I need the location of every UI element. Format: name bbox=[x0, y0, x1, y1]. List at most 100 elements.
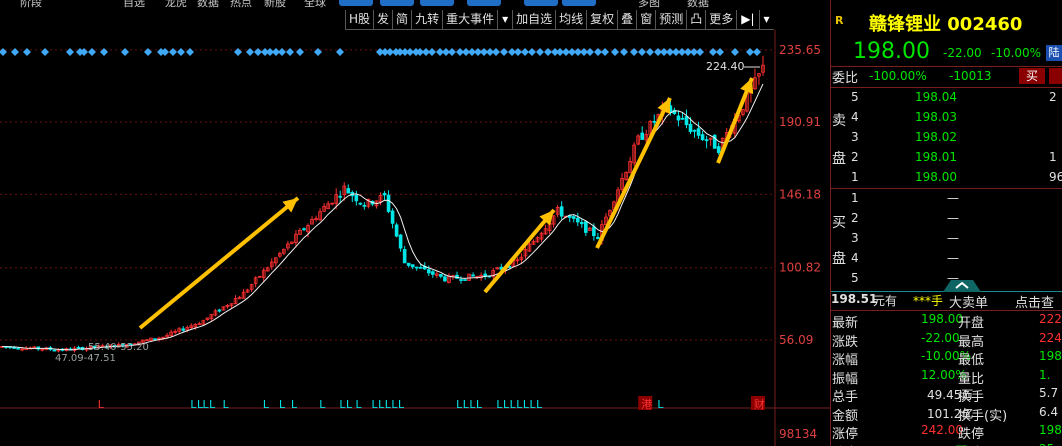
buy-button[interactable]: 买 bbox=[1019, 68, 1045, 84]
bid-row[interactable]: 1 — bbox=[831, 191, 1062, 211]
top-menu-item[interactable]: 热点 bbox=[230, 0, 252, 8]
top-menu-item[interactable]: 龙虎 bbox=[165, 0, 187, 8]
candle-body bbox=[346, 188, 351, 194]
big-order-row: 198.51 元有 ***手 大卖单 点击查 bbox=[831, 292, 1062, 312]
big-order-link[interactable]: 点击查 bbox=[1015, 292, 1054, 311]
bid-row[interactable]: 4 — bbox=[831, 251, 1062, 271]
toolbar-button[interactable]: 均线 bbox=[555, 10, 587, 30]
candle-body bbox=[700, 134, 705, 140]
ask-level: 1 bbox=[851, 170, 859, 184]
toolbar-button[interactable]: 发 bbox=[373, 10, 393, 30]
ask-level: 5 bbox=[851, 90, 859, 104]
event-diamond-icon bbox=[286, 48, 294, 56]
divider bbox=[831, 87, 1062, 88]
current-price: 198.00 bbox=[853, 39, 930, 64]
quote-label: 最高 bbox=[958, 334, 985, 350]
ask-row[interactable]: 4 198.03 bbox=[831, 110, 1062, 130]
collapse-chevron-icon[interactable] bbox=[943, 278, 981, 292]
weibi-label: 委比 bbox=[832, 71, 859, 86]
bid-row[interactable]: 3 — bbox=[831, 231, 1062, 251]
event-marker: L bbox=[279, 398, 286, 411]
event-diamond-icon bbox=[528, 48, 536, 56]
top-menu-button[interactable]: 研报 bbox=[420, 0, 454, 6]
event-diamond-icon bbox=[177, 48, 185, 56]
event-marker: LLLLLLL bbox=[496, 398, 543, 411]
top-menu-button[interactable]: 操盘 bbox=[380, 0, 414, 6]
bid-price: — bbox=[947, 211, 959, 225]
toolbar-button[interactable]: H股 bbox=[345, 10, 374, 30]
trend-arrow bbox=[483, 208, 556, 294]
top-menu-button[interactable]: 自选 bbox=[562, 0, 596, 6]
toolbar-button[interactable]: 更多 bbox=[705, 10, 737, 30]
toolbar-button[interactable]: 重大事件 bbox=[442, 10, 498, 30]
event-marker: L bbox=[291, 398, 298, 411]
candle-body bbox=[640, 132, 645, 140]
quote-label: 总手 bbox=[832, 390, 859, 405]
big-order-amount: 198.51 bbox=[831, 292, 878, 306]
event-marker: L bbox=[319, 398, 326, 411]
candle-body bbox=[390, 210, 395, 224]
ask-price: 198.02 bbox=[915, 130, 957, 144]
candle-body bbox=[338, 195, 343, 198]
quote-row: 最新 198.00 开盘 222 bbox=[831, 312, 1062, 331]
event-diamond-icon bbox=[234, 48, 242, 56]
toolbar-button[interactable]: 加自选 bbox=[512, 10, 556, 30]
toolbar-button[interactable]: ▾ bbox=[497, 10, 513, 30]
top-menu-item[interactable]: 阶段 bbox=[20, 0, 42, 8]
price-band-label: 55.40-55.20 bbox=[88, 342, 149, 353]
top-menu-button[interactable]: F10 bbox=[339, 0, 373, 6]
toolbar-button[interactable]: 九转 bbox=[411, 10, 443, 30]
top-menu-item[interactable]: 全球 bbox=[304, 0, 326, 8]
toolbar-button[interactable]: 复权 bbox=[586, 10, 618, 30]
toolbar-button[interactable]: 凸 bbox=[686, 10, 706, 30]
event-diamond-icon bbox=[121, 48, 129, 56]
candle-body bbox=[16, 347, 20, 350]
high-price-label: 224.40 bbox=[706, 60, 745, 73]
bid-level: 5 bbox=[851, 271, 859, 285]
toolbar-button[interactable]: 叠 bbox=[617, 10, 637, 30]
toolbar-button[interactable]: 简 bbox=[392, 10, 412, 30]
candle-body bbox=[704, 139, 709, 142]
top-menu-button[interactable]: 主力 bbox=[467, 0, 501, 6]
quote-label: 换手 bbox=[958, 390, 985, 405]
candle-body bbox=[358, 202, 363, 205]
hk-connect-badge[interactable]: 陆 bbox=[1046, 45, 1062, 61]
quote-label: 量比 bbox=[958, 371, 985, 387]
top-menu-button[interactable]: 港美 bbox=[524, 0, 558, 6]
ask-row[interactable]: 2 198.01 1 bbox=[831, 150, 1062, 170]
quote-label: 涨幅 bbox=[832, 353, 859, 368]
ask-price: 198.01 bbox=[915, 150, 957, 164]
event-marker: L bbox=[657, 398, 664, 411]
divider bbox=[831, 188, 1062, 189]
bid-level: 4 bbox=[851, 251, 859, 265]
toolbar-button[interactable]: 窗 bbox=[636, 10, 656, 30]
quote-value: -22.00 bbox=[921, 330, 960, 345]
top-menu-item[interactable]: 数据 bbox=[687, 0, 709, 8]
candle-body bbox=[652, 120, 657, 123]
ask-row[interactable]: 5 198.04 2 bbox=[831, 90, 1062, 110]
event-marker: LLLLL bbox=[371, 398, 404, 411]
top-menu-item[interactable]: 自选 bbox=[123, 0, 145, 8]
sell-button[interactable]: 卖 bbox=[1049, 68, 1062, 84]
candle-body bbox=[559, 206, 564, 217]
y-tick-label: 190.91 bbox=[779, 115, 821, 129]
quote-value: 198 bbox=[1039, 349, 1062, 363]
ask-row[interactable]: 3 198.02 bbox=[831, 130, 1062, 150]
top-menu-item[interactable]: 新股 bbox=[264, 0, 286, 8]
ask-row[interactable]: 1 198.00 96 bbox=[831, 170, 1062, 190]
event-diamond-icon bbox=[646, 48, 654, 56]
toolbar-button[interactable]: ▾ bbox=[758, 10, 774, 30]
top-menu-item[interactable]: 数据 bbox=[197, 0, 219, 8]
event-diamond-icon bbox=[186, 48, 194, 56]
bid-row[interactable]: 2 — bbox=[831, 211, 1062, 231]
ask-level: 2 bbox=[851, 150, 859, 164]
toolbar-button[interactable]: 预测 bbox=[655, 10, 687, 30]
quote-label: 金额 bbox=[832, 408, 859, 424]
ask-level: 4 bbox=[851, 110, 859, 124]
event-diamond-icon bbox=[638, 48, 646, 56]
toolbar-button[interactable]: ▶| bbox=[736, 10, 759, 30]
candle-body bbox=[680, 117, 685, 120]
kline-chart[interactable]: 235.65 190.91 146.18 100.82 56.09 98134 224.4… bbox=[0, 30, 830, 446]
candle-body bbox=[52, 349, 57, 352]
top-menu-item[interactable]: 多图 bbox=[638, 0, 660, 8]
